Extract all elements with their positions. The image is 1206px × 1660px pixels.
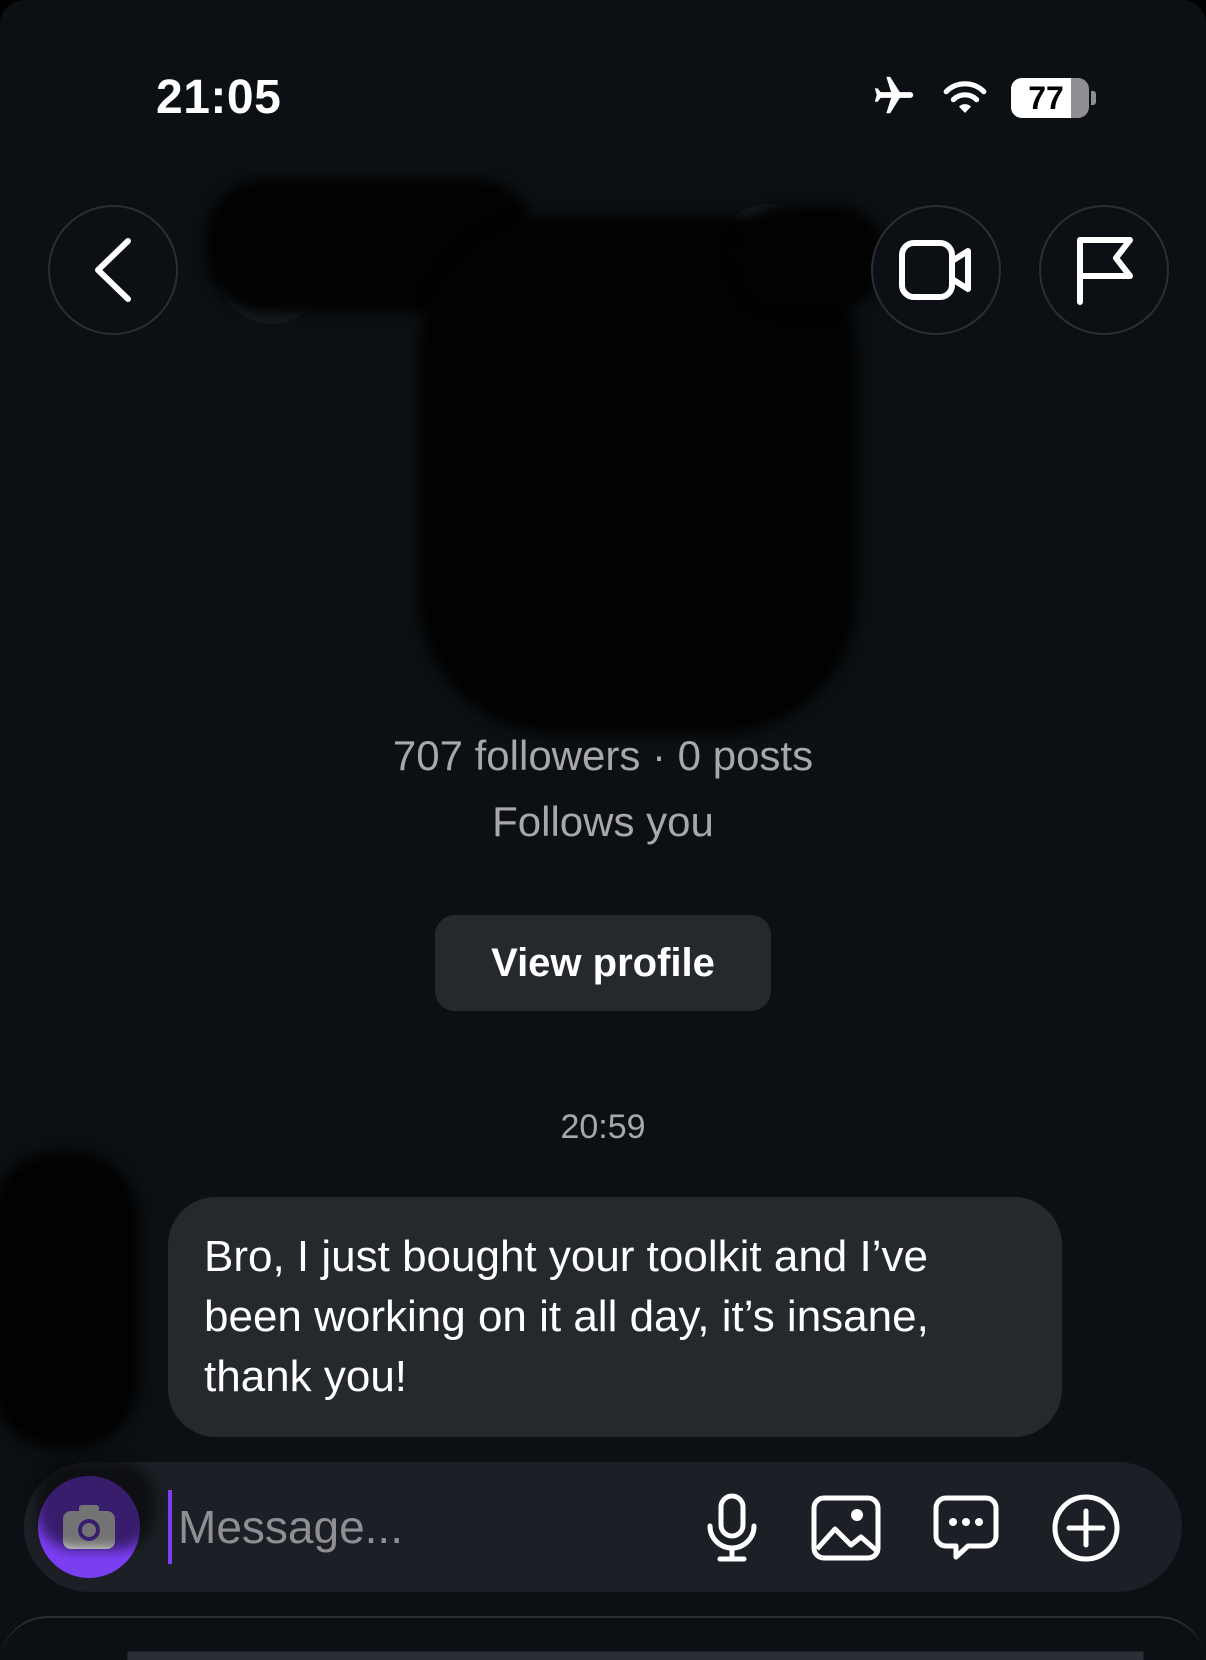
redacted-camera-overlay [36, 1460, 156, 1550]
gallery-button[interactable] [810, 1492, 882, 1564]
battery-cap [1091, 91, 1096, 105]
more-options-button[interactable] [1050, 1492, 1122, 1564]
battery-icon: 77 [1011, 78, 1089, 118]
video-call-button[interactable] [871, 205, 1001, 335]
message-input[interactable] [168, 1490, 668, 1564]
status-icons: 77 [869, 72, 1096, 124]
video-camera-icon [899, 240, 971, 300]
message-timestamp: 20:59 [560, 1108, 646, 1146]
sticker-icon [933, 1495, 999, 1560]
followers-posts-count: 707 followers · 0 posts [392, 732, 814, 779]
microphone-icon [707, 1493, 757, 1562]
sticker-button[interactable] [930, 1492, 1002, 1564]
image-icon [811, 1495, 881, 1561]
back-button[interactable] [48, 205, 178, 335]
received-message-bubble[interactable]: Bro, I just bought your toolkit and I’ve… [168, 1197, 1062, 1437]
flag-icon [1077, 237, 1133, 305]
view-profile-button[interactable]: View profile [435, 915, 771, 1011]
plus-circle-icon [1052, 1494, 1120, 1562]
microphone-button[interactable] [696, 1492, 768, 1564]
bottom-sheet-edge [0, 1616, 1206, 1660]
redacted-sender-avatar [0, 1150, 140, 1450]
chevron-left-icon [95, 238, 131, 302]
battery-level: 77 [1028, 79, 1064, 116]
airplane-icon [869, 73, 919, 124]
redacted-header-name [735, 205, 885, 310]
report-flag-button[interactable] [1039, 205, 1169, 335]
follows-you-label: Follows you [492, 798, 714, 845]
dm-thread-screen: 21:05 77 707 followers · 0 posts Follows… [0, 0, 1206, 1660]
wifi-icon [941, 76, 989, 121]
status-time: 21:05 [156, 71, 282, 124]
